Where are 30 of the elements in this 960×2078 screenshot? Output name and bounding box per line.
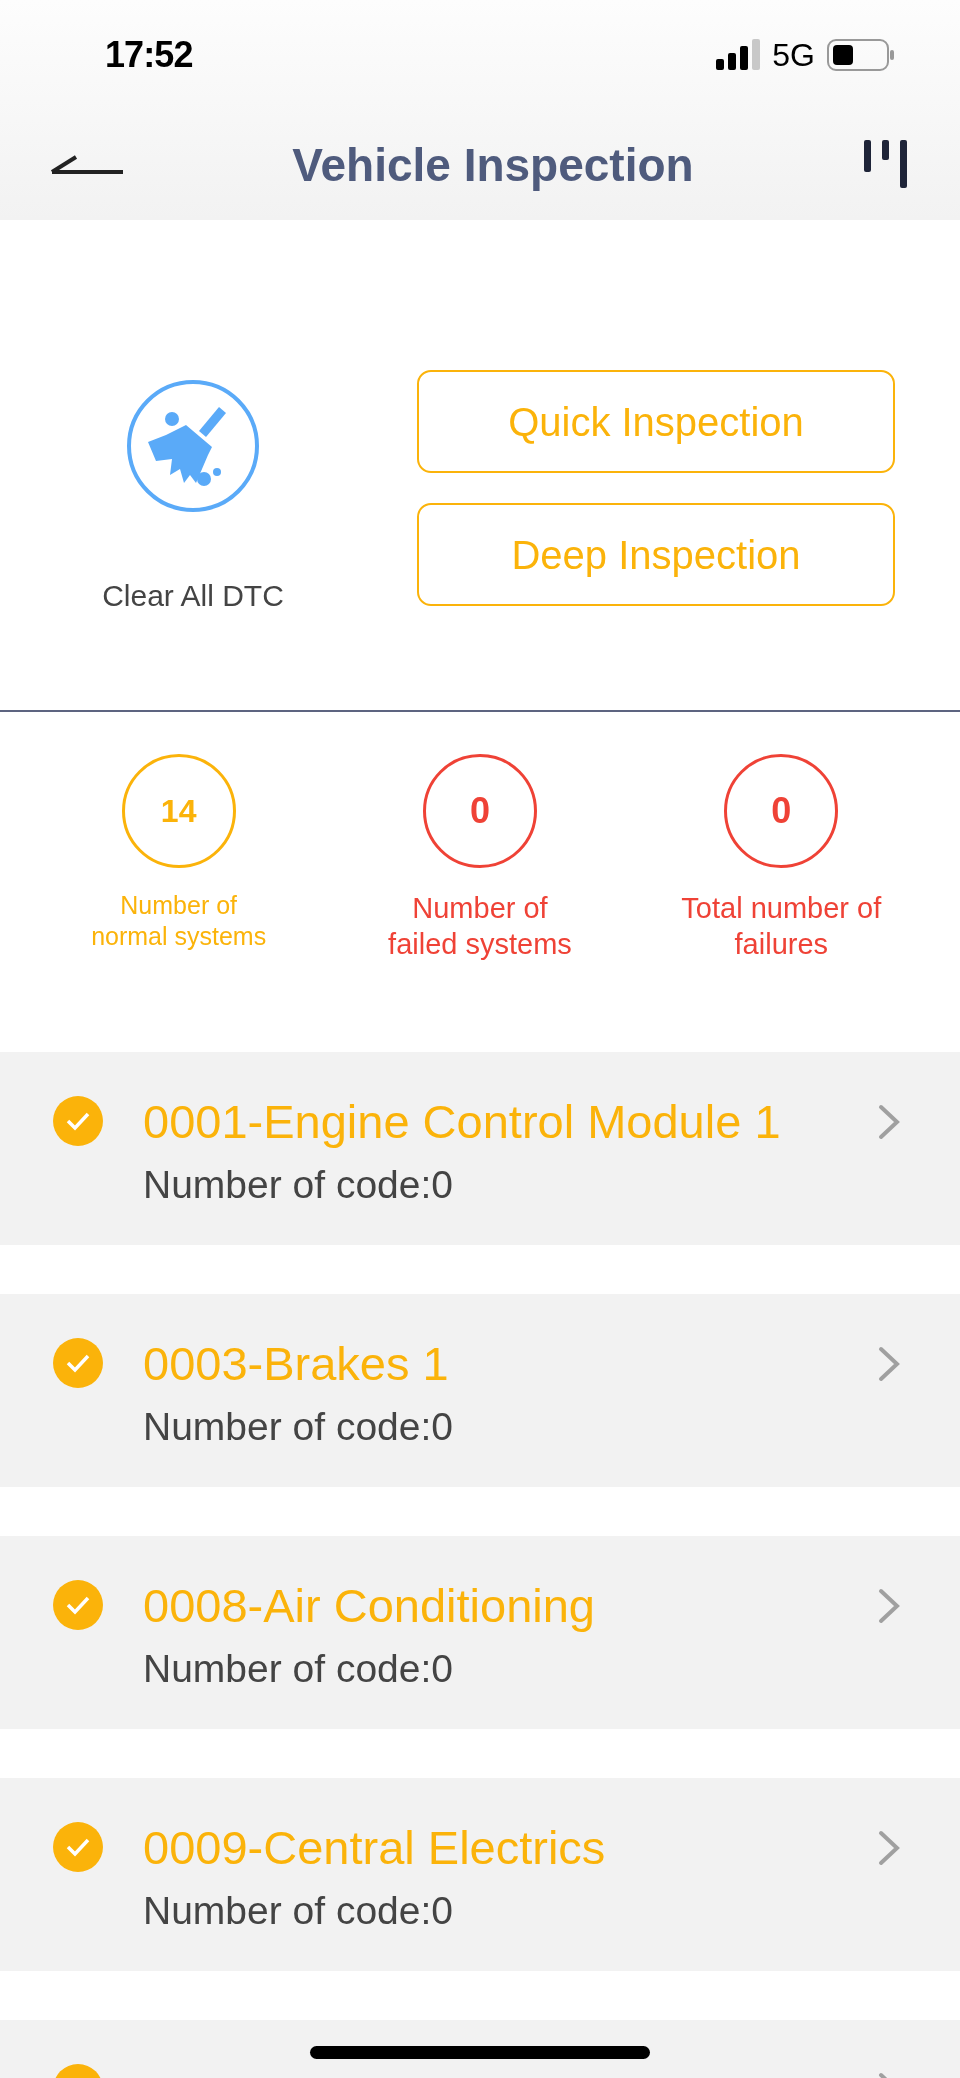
chevron-right-icon	[878, 1104, 900, 1140]
code-count: Number of code:0	[143, 1646, 454, 1693]
status-time: 17:52	[105, 33, 193, 77]
bars-icon[interactable]	[862, 140, 910, 190]
system-row[interactable]: 0001-Engine Control Module 1 Number of code:0	[0, 1052, 960, 1245]
stat-value: 14	[160, 792, 197, 831]
code-count: Number of code:0	[143, 1162, 454, 1209]
code-count: Number of code:0	[143, 1404, 454, 1451]
system-title: 0001-Engine Control Module 1	[143, 1094, 782, 1150]
system-row[interactable]: 0008-Air Conditioning Number of code:0	[0, 1536, 960, 1729]
code-count: Number of code:0	[143, 1888, 454, 1935]
stat-value: 0	[469, 789, 490, 833]
clear-dtc-label: Clear All DTC	[102, 577, 284, 614]
chevron-right-icon	[878, 1830, 900, 1866]
chevron-right-icon	[878, 1346, 900, 1382]
battery-icon	[827, 39, 895, 71]
stat-value: 0	[771, 789, 792, 833]
network-label: 5G	[772, 36, 815, 75]
stat-label: Number of normal systems	[90, 890, 268, 953]
system-row[interactable]: 0009-Central Electrics Number of code:0	[0, 1778, 960, 1971]
back-arrow-icon[interactable]	[50, 155, 124, 175]
page-title: Vehicle Inspection	[292, 137, 694, 193]
system-title: 0003-Brakes 1	[143, 1336, 450, 1392]
system-title: 0009-Central Electrics	[143, 1820, 607, 1876]
system-row[interactable]: 0003-Brakes 1 Number of code:0	[0, 1294, 960, 1487]
signal-icon	[716, 39, 761, 71]
chevron-right-icon	[878, 1588, 900, 1624]
system-title: 0008-Air Conditioning	[143, 1578, 596, 1634]
stat-label: Total number of failures	[680, 891, 883, 963]
stat-label: Number of failed systems	[387, 891, 573, 963]
